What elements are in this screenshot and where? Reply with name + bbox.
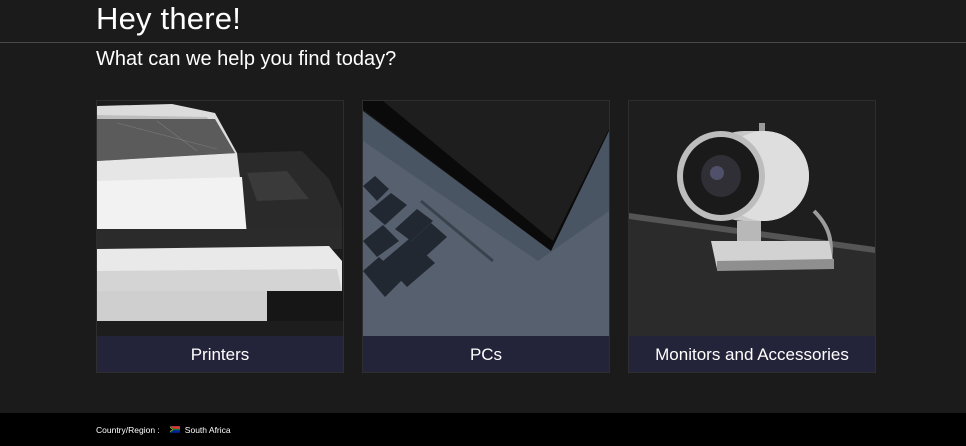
category-cards: Printers PCs Monitors and Accessories	[96, 100, 876, 373]
category-card-monitors-accessories[interactable]: Monitors and Accessories	[628, 100, 876, 373]
south-africa-flag-icon	[169, 426, 180, 433]
category-label-monitors-accessories: Monitors and Accessories	[629, 336, 875, 372]
webcam-image	[629, 101, 875, 336]
category-label-printers: Printers	[97, 336, 343, 372]
region-label: Country/Region :	[96, 424, 160, 435]
page-title: Hey there!	[96, 1, 242, 36]
page-subtitle: What can we help you find today?	[96, 48, 397, 70]
category-card-printers[interactable]: Printers	[96, 100, 344, 373]
category-label-pcs: PCs	[363, 336, 609, 372]
region-selector[interactable]: Country/Region : South Africa	[96, 413, 231, 446]
category-card-pcs[interactable]: PCs	[362, 100, 610, 373]
region-value: South Africa	[184, 424, 231, 435]
site-footer: Country/Region : South Africa	[0, 413, 966, 446]
laptop-image	[363, 101, 609, 336]
header-divider	[0, 42, 966, 43]
printer-image	[97, 101, 343, 336]
